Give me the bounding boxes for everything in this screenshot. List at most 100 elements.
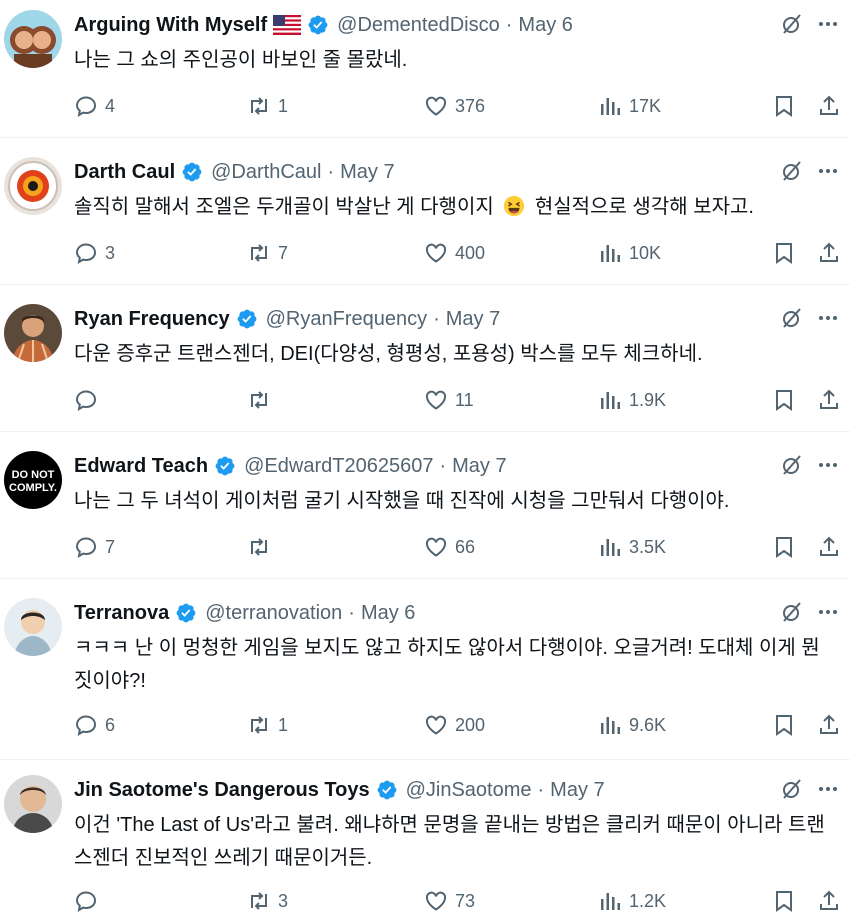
display-name[interactable]: Jin Saotome's Dangerous Toys xyxy=(74,779,370,802)
like-button[interactable]: 200 xyxy=(424,710,485,740)
more-options-icon[interactable] xyxy=(816,306,842,332)
tweet-text: 다운 증후군 트랜스젠더, DEI(다양성, 형평성, 포용성) 박스를 모두 … xyxy=(74,343,703,365)
views-button[interactable]: 9.6K xyxy=(598,710,666,740)
like-button[interactable]: 400 xyxy=(424,238,485,268)
tweet[interactable]: Arguing With Myself @DementedDisco · May… xyxy=(0,0,850,138)
verified-badge-icon xyxy=(181,161,203,183)
grok-icon[interactable] xyxy=(780,159,806,185)
views-button[interactable]: 10K xyxy=(598,238,661,268)
display-name[interactable]: Arguing With Myself xyxy=(74,14,267,37)
share-button[interactable] xyxy=(817,385,841,415)
views-chart-icon xyxy=(601,893,620,910)
tweet[interactable]: Ryan Frequency @RyanFrequency · May 7 다운… xyxy=(0,294,850,432)
repost-button[interactable]: 1 xyxy=(247,710,288,740)
avatar[interactable] xyxy=(4,157,62,215)
avatar-text: DO NOT xyxy=(12,469,55,481)
tweet-date[interactable]: May 7 xyxy=(340,161,394,184)
reply-button[interactable] xyxy=(74,886,105,916)
user-handle[interactable]: @JinSaotome xyxy=(406,779,532,802)
heart-icon xyxy=(425,243,447,263)
user-handle[interactable]: @EdwardT20625607 xyxy=(244,455,433,478)
reply-icon xyxy=(75,243,97,264)
like-button[interactable]: 11 xyxy=(424,385,474,415)
avatar[interactable]: DO NOT COMPLY. xyxy=(4,451,62,509)
grok-icon[interactable] xyxy=(780,12,806,38)
tweet-text: ㅋㅋㅋ 난 이 멍청한 게임을 보지도 않고 하지도 않아서 다행이야. 오글거… xyxy=(74,637,820,692)
verified-badge-icon xyxy=(214,455,236,477)
reply-button[interactable]: 4 xyxy=(74,91,115,121)
more-options-icon[interactable] xyxy=(816,159,842,185)
avatar[interactable] xyxy=(4,10,62,68)
share-button[interactable] xyxy=(817,532,841,562)
reply-button[interactable]: 3 xyxy=(74,238,115,268)
user-handle[interactable]: @RyanFrequency xyxy=(266,308,427,331)
user-handle[interactable]: @DementedDisco xyxy=(337,14,500,37)
tweet-date[interactable]: May 7 xyxy=(550,779,604,802)
more-options-icon[interactable] xyxy=(816,777,842,803)
grinning-squinting-face-icon xyxy=(503,195,525,217)
more-options-icon[interactable] xyxy=(816,12,842,38)
repost-button[interactable]: 3 xyxy=(247,886,288,916)
user-handle[interactable]: @DarthCaul xyxy=(211,161,321,184)
bookmark-icon xyxy=(776,715,792,736)
repost-button[interactable] xyxy=(247,532,278,562)
avatar[interactable] xyxy=(4,775,62,833)
more-options-icon[interactable] xyxy=(816,600,842,626)
bookmark-button[interactable] xyxy=(772,385,796,415)
more-options-icon[interactable] xyxy=(816,453,842,479)
tweet[interactable]: Darth Caul @DarthCaul · May 7 솔직히 말해서 조엘… xyxy=(0,147,850,285)
share-button[interactable] xyxy=(817,710,841,740)
view-count: 1.9K xyxy=(629,389,667,410)
views-button[interactable]: 1.9K xyxy=(598,385,666,415)
like-button[interactable]: 66 xyxy=(424,532,475,562)
avatar[interactable] xyxy=(4,598,62,656)
display-name[interactable]: Darth Caul xyxy=(74,161,175,184)
view-count: 10K xyxy=(629,242,662,263)
share-button[interactable] xyxy=(817,886,841,916)
like-button[interactable]: 376 xyxy=(424,91,485,121)
display-name[interactable]: Terranova xyxy=(74,602,169,625)
views-chart-icon xyxy=(601,98,620,115)
tweet[interactable]: Terranova @terranovation · May 6 ㅋㅋㅋ 난 이… xyxy=(0,588,850,760)
bookmark-button[interactable] xyxy=(772,710,796,740)
tweet-text: 나는 그 두 녀석이 게이처럼 굴기 시작했을 때 진작에 시청을 그만둬서 다… xyxy=(74,490,730,512)
reply-icon xyxy=(75,390,97,411)
bookmark-button[interactable] xyxy=(772,532,796,562)
tweet-date[interactable]: May 7 xyxy=(446,308,500,331)
views-button[interactable]: 3.5K xyxy=(598,532,666,562)
share-button[interactable] xyxy=(817,238,841,268)
repost-button[interactable] xyxy=(247,385,278,415)
display-name[interactable]: Edward Teach xyxy=(74,455,208,478)
bookmark-icon xyxy=(776,96,792,117)
bookmark-button[interactable] xyxy=(772,886,796,916)
share-button[interactable] xyxy=(817,91,841,121)
views-button[interactable]: 17K xyxy=(598,91,661,121)
display-name[interactable]: Ryan Frequency xyxy=(74,308,230,331)
avatar[interactable] xyxy=(4,304,62,362)
grok-icon[interactable] xyxy=(780,453,806,479)
grok-icon[interactable] xyxy=(780,600,806,626)
views-button[interactable]: 1.2K xyxy=(598,886,666,916)
tweet-date[interactable]: May 7 xyxy=(452,455,506,478)
user-handle[interactable]: @terranovation xyxy=(205,602,342,625)
us-flag-icon xyxy=(273,15,302,35)
like-button[interactable]: 73 xyxy=(424,886,475,916)
repost-count: 1 xyxy=(278,714,289,735)
share-icon xyxy=(820,242,838,262)
tweet-actions: 3 7 400 10K xyxy=(74,238,842,268)
bookmark-button[interactable] xyxy=(772,238,796,268)
reply-button[interactable]: 6 xyxy=(74,710,115,740)
grok-icon[interactable] xyxy=(780,777,806,803)
bookmark-button[interactable] xyxy=(772,91,796,121)
repost-button[interactable]: 7 xyxy=(247,238,288,268)
tweet-text: 나는 그 쇼의 주인공이 바보인 줄 몰랐네. xyxy=(74,49,408,71)
repost-button[interactable]: 1 xyxy=(247,91,288,121)
tweet[interactable]: Jin Saotome's Dangerous Toys @JinSaotome… xyxy=(0,765,850,912)
reply-button[interactable]: 7 xyxy=(74,532,115,562)
views-chart-icon xyxy=(601,245,620,262)
tweet[interactable]: DO NOT COMPLY. Edward Teach @EdwardT2062… xyxy=(0,441,850,579)
tweet-date[interactable]: May 6 xyxy=(361,602,415,625)
reply-button[interactable] xyxy=(74,385,105,415)
grok-icon[interactable] xyxy=(780,306,806,332)
tweet-date[interactable]: May 6 xyxy=(518,14,572,37)
